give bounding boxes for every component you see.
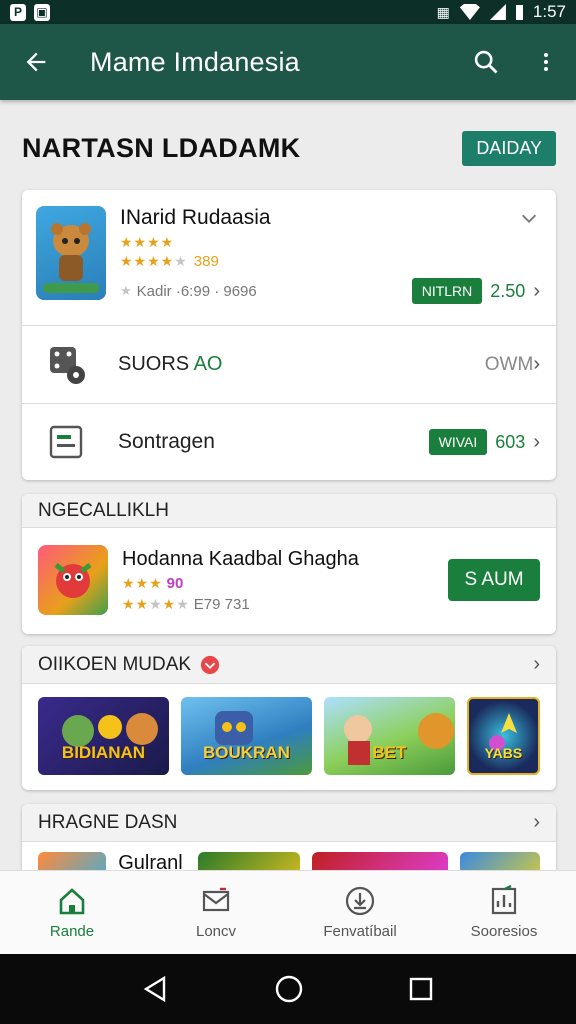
app-thumbnail: [36, 206, 106, 300]
game-tiles-strip: BIDIANAN BOUKRAN BET YABS: [22, 684, 556, 788]
nav-label: Rande: [49, 923, 95, 940]
featured-card: INarid Rudaasia ★★★★ ★★★★★ 389 ★ Kadir ·…: [22, 190, 556, 480]
sources-label: SUORS: [118, 353, 190, 375]
rating-value: 90: [166, 574, 184, 592]
signal-icon: [489, 4, 506, 20]
meta-star-icon: ★: [120, 283, 133, 298]
chart-icon: [491, 885, 517, 915]
hragne-section-title: HRAGNE DASN: [38, 811, 178, 833]
app-bar: Mame Imdanesia: [0, 24, 576, 100]
install-button[interactable]: S AUM: [448, 559, 540, 601]
app-meta: E79 731: [193, 595, 250, 613]
nav-item-home[interactable]: Rande: [0, 871, 144, 954]
rating-stars-small: ★★★★: [120, 234, 175, 250]
game-tile[interactable]: BET: [323, 697, 455, 775]
install-badge[interactable]: NITLRN: [411, 278, 483, 304]
arrow-left-icon: [26, 52, 46, 72]
rating-stars: ★★★★★: [120, 253, 188, 269]
nav-label: Loncv: [195, 923, 237, 940]
heart-icon: [200, 655, 220, 674]
notification-lock-icon: ▣: [34, 3, 50, 21]
dice-icon: [50, 346, 85, 384]
app-name: INarid Rudaasia: [120, 206, 271, 229]
list-card-icon: [49, 425, 83, 459]
oikoen-section-card: OIIKOEN MUDAK › BIDIANAN BOUKRAN BET YAB…: [22, 646, 556, 790]
chevron-right-icon: ›: [533, 430, 540, 453]
sources-tag: AO: [193, 353, 223, 375]
sources-value: OWM: [484, 353, 534, 375]
price-value: 2.50: [490, 280, 526, 301]
sources-row[interactable]: SUORS AO OWM ›: [22, 326, 556, 404]
general-section-header: NGECALLIKLH: [22, 494, 556, 528]
chevron-right-icon: ›: [533, 353, 540, 375]
search-icon: [474, 50, 498, 74]
game-tile-label: BET: [372, 743, 407, 762]
game-tile-label: BIDIANAN: [61, 743, 146, 762]
wifi-icon: [459, 4, 480, 20]
oikoen-section-header[interactable]: OIIKOEN MUDAK ›: [22, 646, 556, 684]
settings-label: Sontragen: [118, 430, 215, 453]
chevron-right-icon: ›: [533, 811, 540, 833]
clock: 1:57: [532, 2, 566, 21]
notification-p-icon: P: [10, 3, 26, 21]
app-bar-title: Mame Imdanesia: [90, 46, 300, 77]
back-button[interactable]: [0, 24, 72, 100]
search-button[interactable]: [456, 24, 516, 100]
app-thumbnail: [38, 545, 108, 615]
system-navigation-bar: [0, 954, 576, 1024]
system-recents-icon[interactable]: [408, 976, 434, 1002]
rating-stars: ★★★★★: [122, 595, 190, 612]
page-header: NARTASN LDADAMK DAIDAY: [22, 128, 556, 168]
battery-icon: [515, 4, 523, 20]
nav-item-stats[interactable]: Sooresios: [432, 871, 576, 954]
chevron-right-icon: ›: [533, 279, 540, 302]
oikoen-section-title: OIIKOEN MUDAK: [38, 653, 192, 675]
general-section-card: NGECALLIKLH Hodanna Kaadbal Ghagha ★★★ 9…: [22, 494, 556, 634]
day-button[interactable]: DAIDAY: [462, 130, 556, 166]
status-bar: P ▣ ▦ 1:57: [0, 0, 576, 24]
settings-value: 603: [495, 431, 526, 452]
home-icon: [59, 888, 85, 915]
overflow-menu-button[interactable]: [516, 24, 576, 100]
general-app-row[interactable]: Hodanna Kaadbal Ghagha ★★★ 90 ★★★★★ E79 …: [22, 528, 556, 632]
general-section-title: NGECALLIKLH: [38, 499, 169, 521]
nav-label: Sooresios: [470, 923, 538, 940]
game-tile-label: BOUKRAN: [202, 743, 290, 762]
rating-stars-small: ★★★: [122, 574, 163, 591]
nav-item-mail[interactable]: Loncv: [144, 871, 288, 954]
game-tile[interactable]: BOUKRAN: [180, 697, 312, 775]
chevron-down-icon[interactable]: [518, 207, 540, 229]
hragne-section-header[interactable]: HRAGNE DASN ›: [22, 804, 556, 842]
app-meta: Kadir ·6:99 · 9696: [136, 282, 257, 300]
settings-badge[interactable]: WIVAI: [428, 429, 488, 455]
mail-icon: [202, 887, 230, 912]
rating-value: 389: [193, 253, 219, 270]
bottom-navigation: Rande Loncv Fenvatíbail Sooresios: [0, 870, 576, 954]
chevron-right-icon: ›: [533, 653, 540, 675]
game-tile[interactable]: BIDIANAN: [38, 697, 169, 775]
system-back-icon[interactable]: [142, 975, 170, 1003]
more-vert-icon: [544, 53, 548, 71]
game-tile-label: YABS: [484, 745, 523, 761]
settings-row[interactable]: Sontragen WIVAI 603 ›: [22, 404, 556, 480]
game-tile[interactable]: YABS: [466, 697, 540, 775]
system-home-icon[interactable]: [274, 974, 304, 1004]
page-title: NARTASN LDADAMK: [22, 132, 301, 163]
app-name: Hodanna Kaadbal Ghagha: [122, 547, 359, 570]
download-icon: [345, 886, 375, 916]
nav-label: Fenvatíbail: [323, 923, 397, 940]
vibrate-icon: ▦: [436, 3, 450, 20]
featured-app-row[interactable]: INarid Rudaasia ★★★★ ★★★★★ 389 ★ Kadir ·…: [22, 190, 556, 326]
nav-item-download[interactable]: Fenvatíbail: [288, 871, 432, 954]
